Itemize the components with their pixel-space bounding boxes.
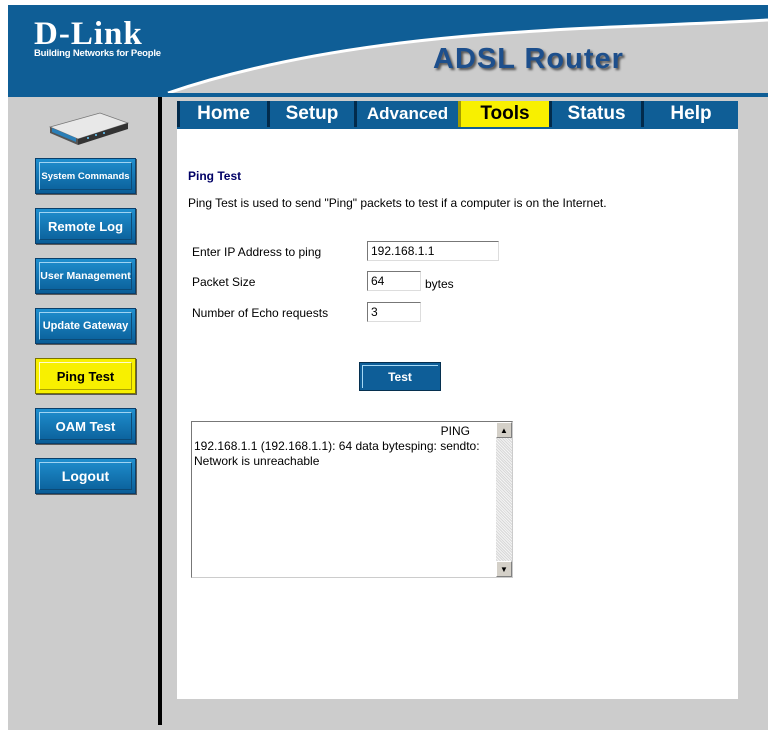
- echo-requests-input[interactable]: [367, 302, 421, 322]
- nav-label: Ping Test: [56, 368, 115, 384]
- ping-output-text: PING 192.168.1.1 (192.168.1.1): 64 data b…: [194, 424, 490, 469]
- page-title: Ping Test: [188, 169, 242, 183]
- scroll-up-arrow-icon[interactable]: ▲: [496, 422, 512, 438]
- tab-status[interactable]: Status: [549, 101, 641, 127]
- tab-home[interactable]: Home: [177, 101, 267, 127]
- tab-advanced[interactable]: Advanced: [354, 101, 458, 127]
- content-panel: Ping Test Ping Test is used to send "Pin…: [177, 129, 738, 699]
- packet-size-unit: bytes: [425, 277, 454, 291]
- ping-output-first-line: PING: [440, 424, 470, 438]
- nav-label: System Commands: [41, 170, 130, 182]
- page-description: Ping Test is used to send "Ping" packets…: [188, 196, 607, 210]
- router-page: D-Link Building Networks for People ADSL…: [8, 5, 768, 730]
- brand-name: D-Link: [34, 16, 143, 52]
- tab-setup[interactable]: Setup: [267, 101, 354, 127]
- nav-ping-test-button[interactable]: Ping Test: [35, 358, 136, 394]
- router-device-image: [48, 112, 130, 145]
- dlink-logo: D-Link Building Networks for People: [34, 17, 161, 59]
- test-button[interactable]: Test: [359, 362, 441, 391]
- ping-output-body: 192.168.1.1 (192.168.1.1): 64 data bytes…: [194, 439, 483, 468]
- nav-update-gateway-button[interactable]: Update Gateway: [35, 308, 136, 344]
- nav-oam-test-button[interactable]: OAM Test: [35, 408, 136, 444]
- nav-user-management-button[interactable]: User Management: [35, 258, 136, 294]
- nav-label: User Management: [40, 270, 131, 282]
- header-banner: D-Link Building Networks for People ADSL…: [8, 5, 768, 97]
- echo-requests-label: Number of Echo requests: [192, 306, 329, 320]
- packet-size-input[interactable]: [367, 271, 421, 291]
- nav-remote-log-button[interactable]: Remote Log: [35, 208, 136, 244]
- nav-label: Logout: [61, 468, 110, 484]
- ip-address-input[interactable]: [367, 241, 499, 261]
- output-scrollbar[interactable]: ▲ ▼: [496, 422, 512, 577]
- test-button-label: Test: [388, 369, 412, 384]
- tab-help[interactable]: Help: [641, 101, 738, 127]
- nav-system-commands-button[interactable]: System Commands: [35, 158, 136, 194]
- brand-tagline: Building Networks for People: [34, 48, 161, 59]
- nav-label: OAM Test: [55, 418, 116, 434]
- sidebar-divider: [158, 97, 162, 725]
- tab-tools[interactable]: Tools: [458, 101, 549, 127]
- nav-label: Remote Log: [47, 218, 124, 234]
- scroll-down-arrow-icon[interactable]: ▼: [496, 561, 512, 577]
- nav-logout-button[interactable]: Logout: [35, 458, 136, 494]
- ip-address-label: Enter IP Address to ping: [192, 245, 322, 259]
- packet-size-label: Packet Size: [192, 275, 256, 289]
- ping-output-textarea[interactable]: PING 192.168.1.1 (192.168.1.1): 64 data b…: [191, 421, 513, 578]
- nav-label: Update Gateway: [42, 320, 129, 332]
- product-title: ADSL Router: [433, 43, 624, 75]
